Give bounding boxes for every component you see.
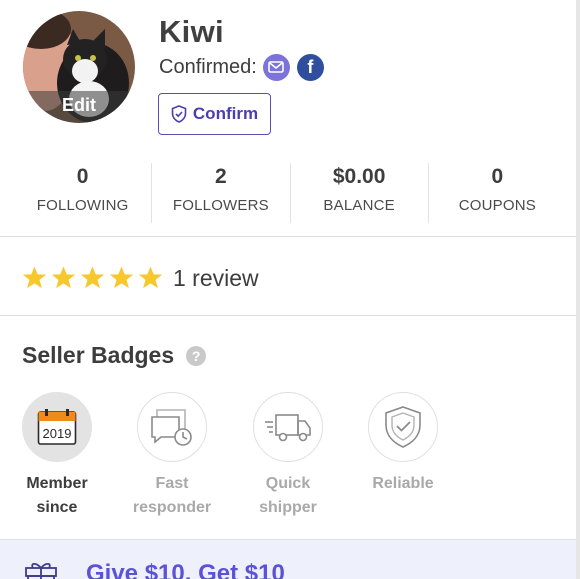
star-icon <box>22 266 47 290</box>
username: Kiwi <box>159 14 224 49</box>
review-count: 1 review <box>173 264 259 291</box>
stat-followers[interactable]: 2 FOLLOWERS <box>152 163 291 223</box>
stat-value: $0.00 <box>332 165 386 188</box>
facebook-icon: f <box>296 53 324 81</box>
help-icon[interactable]: ? <box>186 345 207 366</box>
badge-label: Reliable <box>372 475 434 492</box>
stat-value: 0 <box>491 165 504 188</box>
stat-coupons[interactable]: 0 COUPONS <box>429 163 566 223</box>
confirmed-label: Confirmed: <box>159 55 257 78</box>
star-rating <box>22 266 163 290</box>
badge-label: Quick shipper <box>259 475 317 516</box>
invite-banner[interactable]: Give $10, Get $10 <box>0 539 576 579</box>
scroll-edge <box>576 0 580 579</box>
calendar-icon: 2019 <box>37 409 77 445</box>
badge-member-since[interactable]: 2019 Member since <box>9 392 105 520</box>
stat-label: BALANCE <box>323 197 395 214</box>
avatar-edit-button[interactable]: Edit <box>23 91 135 123</box>
seller-badges-title: Seller Badges <box>22 342 175 368</box>
confirm-button-label: Confirm <box>192 104 259 123</box>
badge-circle <box>253 392 323 462</box>
stat-following[interactable]: 0 FOLLOWING <box>14 163 153 223</box>
invite-text: Give $10, Get $10 <box>86 560 285 579</box>
badge-circle <box>368 392 438 462</box>
stat-label: COUPONS <box>458 197 536 214</box>
badge-label: Member since <box>26 475 88 516</box>
star-icon <box>109 266 134 290</box>
shield-check-icon <box>385 406 421 448</box>
email-icon <box>262 53 290 81</box>
seller-badges-heading: Seller Badges ? <box>22 342 207 369</box>
stat-label: FOLLOWING <box>36 197 129 214</box>
badge-label: Fast responder <box>132 475 212 516</box>
truck-icon <box>265 414 311 442</box>
star-icon <box>51 266 76 290</box>
star-icon <box>80 266 105 290</box>
badge-fast-responder[interactable]: Fast responder <box>124 392 220 520</box>
divider <box>0 236 576 237</box>
badge-reliable[interactable]: Reliable <box>355 392 451 496</box>
badge-quick-shipper[interactable]: Quick shipper <box>240 392 336 520</box>
shield-check-icon <box>171 105 187 123</box>
chat-clock-icon <box>151 409 192 446</box>
confirmed-row: Confirmed: f <box>159 52 331 82</box>
stat-value: 2 <box>215 165 227 188</box>
stat-label: FOLLOWERS <box>172 197 269 214</box>
avatar[interactable]: Edit <box>23 11 135 123</box>
badge-circle: 2019 <box>22 392 92 462</box>
gift-icon <box>25 562 57 579</box>
star-icon <box>138 266 163 290</box>
stat-value: 0 <box>76 165 89 188</box>
divider <box>0 315 576 316</box>
calendar-year: 2019 <box>43 426 72 441</box>
confirm-button[interactable]: Confirm <box>158 93 271 135</box>
review-summary[interactable]: 1 review <box>22 262 259 294</box>
stat-balance[interactable]: $0.00 BALANCE <box>291 163 429 223</box>
badge-circle <box>137 392 207 462</box>
stats-bar: 0 FOLLOWING 2 FOLLOWERS $0.00 BALANCE 0 … <box>14 163 566 223</box>
